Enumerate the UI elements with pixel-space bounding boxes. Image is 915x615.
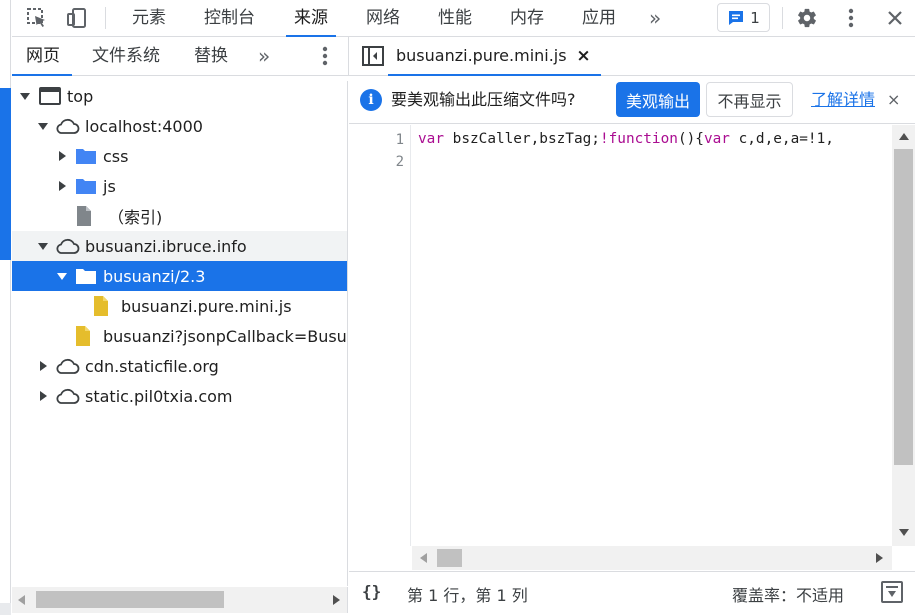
page-viewport-strip: [0, 0, 11, 615]
editor-tab-bar: busuanzi.pure.mini.js ×: [349, 37, 915, 76]
tab-performance[interactable]: 性能: [438, 0, 472, 36]
toggle-navigator-icon[interactable]: [362, 46, 384, 70]
scrollbar-thumb[interactable]: [437, 549, 462, 567]
editor-file-tab[interactable]: busuanzi.pure.mini.js ×: [388, 37, 601, 76]
issues-count: 1: [750, 8, 760, 27]
expanded-arrow-icon: [37, 120, 49, 132]
tab-console[interactable]: 控制台: [204, 0, 255, 36]
file-tree: top localhost:4000 css js （索引) busuanzi.…: [12, 81, 348, 586]
tab-overrides[interactable]: 替换: [194, 37, 228, 75]
infobar-close-icon[interactable]: ×: [887, 90, 900, 109]
more-navigator-tabs-icon[interactable]: »: [258, 37, 270, 75]
navigator-menu-dots-icon[interactable]: [322, 46, 328, 70]
navigator-horizontal-scrollbar[interactable]: [12, 587, 348, 613]
frame-icon: [39, 87, 61, 105]
dont-show-again-button[interactable]: 不再显示: [706, 82, 793, 117]
script-file-icon: [75, 325, 91, 347]
tree-item-mini-js-file[interactable]: busuanzi.pure.mini.js: [12, 291, 347, 321]
navigator-tabs: 网页 文件系统 替换 »: [12, 37, 349, 76]
settings-gear-icon[interactable]: [793, 4, 821, 32]
scroll-up-arrow-icon[interactable]: [899, 132, 909, 140]
learn-more-link[interactable]: 了解详情: [811, 77, 875, 123]
infobar-message: 要美观输出此压缩文件吗?: [391, 90, 576, 109]
close-tab-icon[interactable]: ×: [576, 37, 590, 75]
tree-item-busuanzi-domain[interactable]: busuanzi.ibruce.info: [12, 231, 347, 261]
collapsed-arrow-icon: [37, 390, 49, 402]
folder-icon: [75, 177, 97, 195]
line-number: 1: [395, 132, 404, 148]
tree-item-js-folder[interactable]: js: [12, 171, 347, 201]
cloud-icon: [54, 117, 80, 135]
collapsed-arrow-icon: [56, 150, 68, 162]
editor-status-bar: {} 第 1 行，第 1 列 覆盖率：不适用: [349, 571, 915, 615]
tab-network[interactable]: 网络: [366, 0, 400, 36]
scroll-down-arrow-icon[interactable]: [899, 529, 909, 537]
scroll-right-arrow-icon[interactable]: [875, 553, 883, 563]
editor-horizontal-scrollbar[interactable]: [412, 546, 892, 570]
cloud-icon: [54, 237, 80, 255]
tab-page[interactable]: 网页: [12, 37, 72, 76]
expanded-arrow-icon: [37, 240, 49, 252]
tree-item-busuanzi-folder[interactable]: busuanzi/2.3: [12, 261, 347, 291]
device-toolbar-icon[interactable]: [63, 4, 91, 32]
scroll-left-arrow-icon[interactable]: [420, 553, 428, 563]
tab-application[interactable]: 应用: [582, 0, 616, 36]
collapsed-arrow-icon: [37, 360, 49, 372]
close-devtools-icon[interactable]: [881, 4, 909, 32]
tab-memory[interactable]: 内存: [510, 0, 544, 36]
pretty-print-button[interactable]: 美观输出: [616, 82, 700, 117]
inspect-element-icon[interactable]: [23, 4, 51, 32]
devtools-window: 元素 控制台 来源 网络 性能 内存 应用 » 1 网页 文件系统 替换 » t…: [0, 0, 915, 615]
tree-item-top[interactable]: top: [12, 81, 347, 111]
collapsed-arrow-icon: [56, 180, 68, 192]
main-toolbar: 元素 控制台 来源 网络 性能 内存 应用 » 1: [12, 0, 915, 37]
more-options-vertical-dots-icon[interactable]: [837, 4, 865, 32]
folder-icon: [75, 147, 97, 165]
cursor-position: 第 1 行，第 1 列: [407, 586, 528, 605]
line-number: 2: [395, 154, 404, 170]
toggle-debugger-sidebar-icon[interactable]: [881, 581, 903, 603]
folder-icon: [75, 267, 97, 285]
tab-elements[interactable]: 元素: [132, 0, 166, 36]
tree-item-index[interactable]: （索引): [12, 201, 347, 231]
tree-item-jsonp-file[interactable]: busuanzi?jsonpCallback=BusuanziCallback: [12, 321, 347, 351]
editor-vertical-scrollbar[interactable]: [892, 125, 915, 546]
scroll-right-arrow-icon[interactable]: [332, 595, 340, 605]
scrollbar-thumb[interactable]: [894, 149, 913, 465]
info-icon: i: [360, 89, 382, 111]
code-editor[interactable]: 1 2 var bszCaller,bszTag;!function(){var…: [349, 125, 892, 546]
tree-item-static-domain[interactable]: static.pil0txia.com: [12, 381, 347, 411]
page-highlight: [0, 88, 11, 260]
cloud-icon: [54, 357, 80, 375]
pretty-print-braces-icon[interactable]: {}: [362, 582, 381, 601]
document-file-icon: [76, 205, 92, 227]
scroll-left-arrow-icon[interactable]: [18, 595, 26, 605]
scrollbar-thumb[interactable]: [36, 591, 224, 608]
tree-item-cdn-domain[interactable]: cdn.staticfile.org: [12, 351, 347, 381]
line-number-gutter: 1 2: [349, 125, 411, 546]
script-file-icon: [93, 295, 109, 317]
expanded-arrow-icon: [19, 90, 31, 102]
message-icon: [729, 10, 744, 25]
code-line: var bszCaller,bszTag;!function(){var c,d…: [418, 131, 834, 147]
cloud-icon: [54, 387, 80, 405]
tab-sources[interactable]: 来源: [286, 0, 336, 37]
tree-item-css-folder[interactable]: css: [12, 141, 347, 171]
more-tabs-chevron-icon[interactable]: »: [649, 0, 661, 36]
tree-item-localhost[interactable]: localhost:4000: [12, 111, 347, 141]
pretty-print-infobar: i 要美观输出此压缩文件吗? 美观输出 不再显示 了解详情 ×: [349, 77, 915, 124]
tab-filesystem[interactable]: 文件系统: [92, 37, 160, 75]
issues-button[interactable]: 1: [717, 3, 770, 32]
expanded-arrow-icon: [56, 270, 68, 282]
coverage-status: 覆盖率：不适用: [732, 586, 845, 605]
